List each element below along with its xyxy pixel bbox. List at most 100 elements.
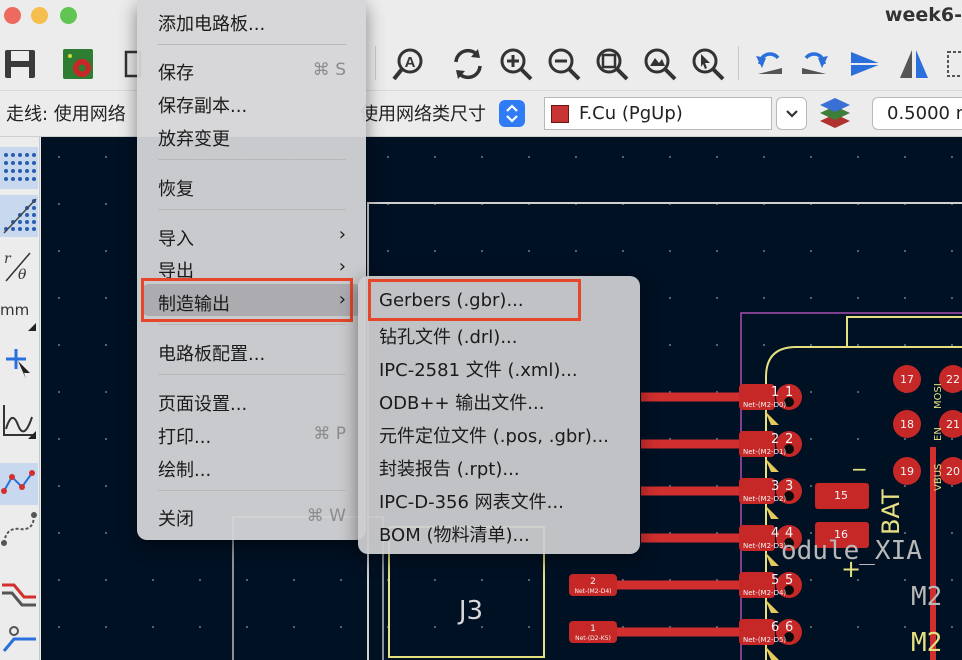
rotate-ccw-icon[interactable] [748, 44, 788, 84]
zoom-in-icon[interactable] [496, 44, 536, 84]
menu-item-import[interactable]: 导入 [158, 225, 194, 251]
pad-18: 18 [893, 410, 921, 438]
module-silkscreen [765, 346, 962, 378]
track-width-input[interactable]: 0.5000 m [872, 97, 962, 130]
save-icon[interactable] [0, 44, 40, 84]
pin-label-mosi: MOSI [933, 383, 944, 409]
svg-text:r: r [4, 251, 12, 267]
layer-dropdown-button[interactable] [776, 97, 807, 130]
pad-number: 6 [785, 620, 793, 635]
chevron-right-icon: › [338, 256, 346, 277]
redraw-icon[interactable] [448, 44, 488, 84]
pad-number: 1 [771, 385, 779, 400]
submenu-item-footprint-report[interactable]: 封装报告 (.rpt)... [379, 455, 520, 481]
pad-number: 22 [946, 373, 960, 386]
via-size-selector[interactable]: 使用网络类尺寸 [360, 100, 486, 126]
svg-text:A: A [405, 54, 416, 71]
grid-dots-icon[interactable] [0, 147, 38, 189]
file-menu: 添加电路板... 保存 ⌘ S 保存副本... 放弃变更 恢复 导入 › 导出 … [137, 0, 366, 540]
menu-separator [158, 209, 346, 210]
close-shortcut: ⌘ W [306, 506, 346, 526]
menu-item-add-board[interactable]: 添加电路板... [158, 10, 265, 36]
arrow-marker [765, 505, 779, 519]
group-icon[interactable] [940, 44, 962, 84]
board-setup-icon[interactable] [58, 44, 98, 84]
window-close-button[interactable] [4, 7, 21, 24]
module-value-label: odule_XIA [781, 536, 922, 566]
pad-number: 3 [785, 479, 793, 494]
battery-pad-15: 15 [815, 483, 869, 509]
menu-item-save[interactable]: 保存 [158, 59, 194, 85]
zoom-objects-icon[interactable] [640, 44, 680, 84]
menu-item-print[interactable]: 打印... [158, 423, 211, 449]
menu-item-board-setup[interactable]: 电路板配置... [158, 340, 265, 366]
layer-selector[interactable]: F.Cu (PgUp) [544, 97, 772, 130]
menu-item-close[interactable]: 关闭 [158, 505, 194, 531]
via-size-stepper[interactable] [499, 100, 525, 127]
submenu-item-bom[interactable]: BOM (物料清单)... [379, 521, 530, 547]
units-mm-icon[interactable]: mm [0, 291, 38, 333]
j3-label: J3 [457, 596, 483, 626]
pad-number: 19 [900, 465, 914, 478]
grid-overrides-icon[interactable] [0, 195, 38, 237]
flip-horizontal-icon[interactable] [846, 44, 886, 84]
pad-number: 20 [946, 465, 960, 478]
toolbar-separator [738, 46, 739, 80]
pad-6: 6 6Net-(M2-D5) [739, 619, 802, 660]
net-highlight-icon[interactable] [0, 621, 38, 660]
pad-number: 17 [900, 373, 914, 386]
layer-pair-icon[interactable] [818, 94, 852, 132]
kicad-pcb-editor-window: week6- A 走线: 使用网络 使用网络类尺寸 F.Cu (PgUp) 0.… [0, 0, 962, 660]
text-search-icon[interactable]: A [388, 44, 428, 84]
track-width-selector[interactable]: 走线: 使用网络 [6, 100, 126, 126]
zoom-selection-icon[interactable] [688, 44, 728, 84]
menu-separator [158, 324, 346, 325]
pad-5: 5 5Net-(M2-D4) [739, 572, 802, 613]
submenu-item-odbpp[interactable]: ODB++ 输出文件... [379, 389, 544, 415]
menu-item-page-settings[interactable]: 页面设置... [158, 390, 247, 416]
pad-19: 19 [893, 457, 921, 485]
pad-number: 2 [785, 432, 793, 447]
small-pad-2: 2Net-(M2-D4) [569, 574, 617, 596]
polar-coords-icon[interactable]: rθ [0, 245, 38, 287]
menu-item-save-copy[interactable]: 保存副本... [158, 92, 247, 118]
zoom-out-icon[interactable] [544, 44, 584, 84]
battery-label: BAT [877, 489, 905, 535]
rotate-cw-icon[interactable] [796, 44, 836, 84]
menu-item-discard-changes[interactable]: 放弃变更 [158, 125, 230, 151]
window-minimize-button[interactable] [31, 7, 48, 24]
pad-net-label: Net-(M2-D3) [743, 542, 786, 550]
pad-number: 2 [771, 432, 779, 447]
menu-item-plot[interactable]: 绘制... [158, 456, 211, 482]
pad-1: 1 1Net-(M2-D0) [739, 384, 802, 425]
arrow-marker [765, 411, 779, 425]
submenu-item-drill-files[interactable]: 钻孔文件 (.drl)... [379, 323, 517, 349]
pad-number: 5 [785, 573, 793, 588]
cursor-style-icon[interactable] [0, 339, 38, 381]
pin-label-vbus: VBUS [933, 464, 944, 491]
graph-icon[interactable] [0, 399, 38, 441]
zoom-fit-icon[interactable] [592, 44, 632, 84]
submenu-item-ipc2581[interactable]: IPC-2581 文件 (.xml)... [379, 356, 578, 382]
mirror-icon[interactable] [894, 44, 934, 84]
menu-item-revert[interactable]: 恢复 [158, 175, 194, 201]
module-ref-silk-label: M2 [911, 628, 942, 658]
pad-net-label: Net-(M2-D1) [743, 448, 786, 456]
menu-separator [158, 490, 346, 491]
submenu-item-ipc-d-356[interactable]: IPC-D-356 网表文件... [379, 488, 564, 514]
ratsnest-icon[interactable] [0, 463, 38, 505]
pad-number: 6 [771, 620, 779, 635]
chevron-down-icon [785, 109, 798, 118]
arrow-marker [765, 458, 779, 472]
pad-number: 3 [771, 479, 779, 494]
submenu-item-component-placement[interactable]: 元件定位文件 (.pos, .gbr)... [379, 422, 609, 448]
pad-number: 18 [900, 418, 914, 431]
pad-number: 1 [590, 624, 596, 634]
track-highlight-icon[interactable] [0, 571, 38, 613]
track-width-value: 0.5000 m [887, 103, 962, 124]
annotation-highlight-box [368, 279, 581, 321]
window-zoom-button[interactable] [60, 7, 77, 24]
pad-number: 4 [771, 526, 779, 541]
pad-number: 5 [771, 573, 779, 588]
curved-ratsnest-icon[interactable] [0, 509, 38, 551]
